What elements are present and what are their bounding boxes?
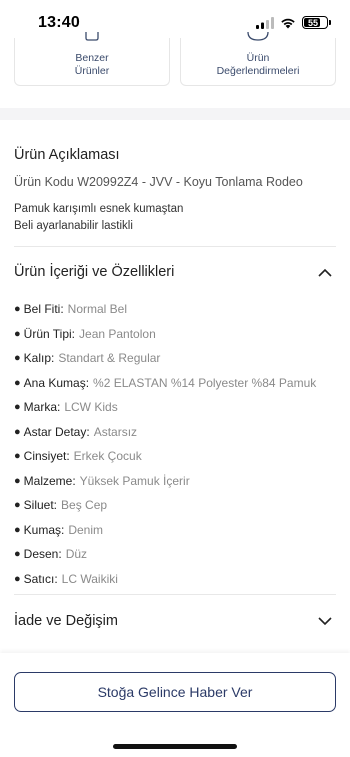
feature-value: Beş Cep <box>61 498 108 513</box>
chevron-up-icon[interactable] <box>318 268 332 277</box>
divider <box>14 246 336 247</box>
feature-value: LC Waikiki <box>61 571 118 586</box>
feature-value: Denim <box>68 522 104 537</box>
divider <box>14 594 336 595</box>
bag-icon <box>85 32 99 41</box>
feature-item: ● Marka: LCW Kids <box>14 395 344 420</box>
feature-key: Ürün Tipi: <box>23 326 76 341</box>
feature-value: Düz <box>65 547 88 562</box>
feature-item: ● Kalıp: Standart & Regular <box>14 346 344 371</box>
description-title: Ürün Açıklaması <box>14 147 120 163</box>
bullet-icon: ● <box>14 499 21 512</box>
bullet-icon: ● <box>14 303 21 316</box>
feature-item: ● Desen: Düz <box>14 542 344 567</box>
home-indicator <box>113 744 237 749</box>
bullet-icon: ● <box>14 376 21 389</box>
section-separator <box>0 108 350 120</box>
description-line: Beli ayarlanabilir lastikli <box>14 220 133 232</box>
product-reviews-label: Ürün Değerlendirmeleri <box>216 52 300 77</box>
feature-key: Bel Fiti: <box>23 302 64 317</box>
feature-key: Satıcı: <box>23 571 58 586</box>
feature-item: ● Bel Fiti: Normal Bel <box>14 297 344 322</box>
bullet-icon: ● <box>14 327 21 340</box>
product-reviews-card[interactable]: Ürün Değerlendirmeleri <box>180 32 336 86</box>
feature-item: ● Astar Detay: Astarsız <box>14 420 344 445</box>
returns-title[interactable]: İade ve Değişim <box>14 613 118 629</box>
feature-item: ● Satıcı: LC Waikiki <box>14 567 344 592</box>
feature-value: LCW Kids <box>64 400 118 415</box>
bullet-icon: ● <box>14 450 21 463</box>
related-cards: Benzer Ürünler Ürün Değerlendirmeleri <box>14 32 336 86</box>
bullet-icon: ● <box>14 352 21 365</box>
battery-level: 55 <box>307 17 318 28</box>
bullet-icon: ● <box>14 401 21 414</box>
feature-item: ● Cinsiyet: Erkek Çocuk <box>14 444 344 469</box>
description-line: Pamuk karışımlı esnek kumaştan <box>14 203 184 215</box>
feature-value: Yüksek Pamuk İçerir <box>79 473 190 488</box>
notify-when-in-stock-button[interactable]: Stoğa Gelince Haber Ver <box>14 672 336 712</box>
feature-value: Normal Bel <box>67 302 128 317</box>
review-icon <box>247 32 269 41</box>
feature-key: Astar Detay: <box>23 424 90 439</box>
features-title[interactable]: Ürün İçeriği ve Özellikleri <box>14 264 174 280</box>
feature-key: Kumaş: <box>23 522 65 537</box>
feature-item: ● Ürün Tipi: Jean Pantolon <box>14 322 344 347</box>
feature-item: ● Kumaş: Denim <box>14 518 344 543</box>
feature-value: Standart & Regular <box>58 351 161 366</box>
feature-key: Desen: <box>23 547 62 562</box>
signal-icon <box>256 16 274 29</box>
bullet-icon: ● <box>14 425 21 438</box>
feature-key: Cinsiyet: <box>23 449 70 464</box>
battery-icon: 55 <box>302 16 331 29</box>
feature-value: Astarsız <box>93 424 138 439</box>
feature-key: Ana Kumaş: <box>23 375 90 390</box>
chevron-down-icon[interactable] <box>318 617 332 626</box>
status-icons: 55 <box>256 16 331 29</box>
bullet-icon: ● <box>14 548 21 561</box>
description-text: Pamuk karışımlı esnek kumaştan Beli ayar… <box>14 201 183 235</box>
feature-key: Siluet: <box>23 498 58 513</box>
feature-value: Erkek Çocuk <box>73 449 142 464</box>
feature-value: Jean Pantolon <box>79 326 156 341</box>
features-list: ● Bel Fiti: Normal Bel ● Ürün Tipi: Jean Pant… <box>14 297 344 591</box>
feature-item: ● Siluet: Beş Cep <box>14 493 344 518</box>
product-code: Ürün Kodu W20992Z4 - JVV - Koyu Tonlama … <box>14 175 303 189</box>
bullet-icon: ● <box>14 572 21 585</box>
feature-value: %2 ELASTAN %14 Polyester %84 Pamuk <box>93 375 317 390</box>
feature-item: ● Ana Kumaş: %2 ELASTAN %14 Polyester %84 … <box>14 371 344 396</box>
feature-key: Kalıp: <box>23 351 55 366</box>
wifi-icon <box>281 18 295 28</box>
similar-products-label: Benzer Ürünler <box>74 52 110 77</box>
bullet-icon: ● <box>14 523 21 536</box>
feature-key: Malzeme: <box>23 473 76 488</box>
bullet-icon: ● <box>14 474 21 487</box>
feature-key: Marka: <box>23 400 61 415</box>
feature-item: ● Malzeme: Yüksek Pamuk İçerir <box>14 469 344 494</box>
status-time: 13:40 <box>38 14 80 31</box>
similar-products-card[interactable]: Benzer Ürünler <box>14 32 170 86</box>
